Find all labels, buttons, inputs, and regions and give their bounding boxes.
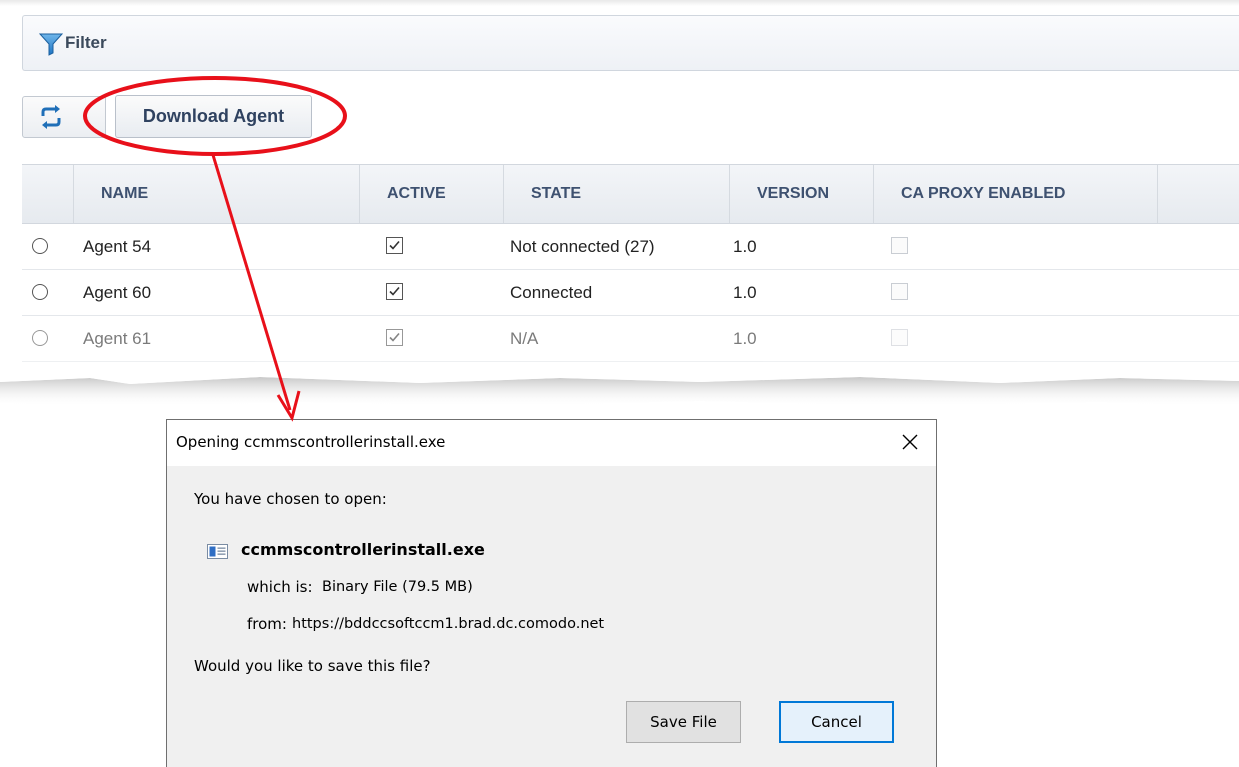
dialog-intro: You have chosen to open: <box>194 490 387 508</box>
column-header-active[interactable]: ACTIVE <box>360 165 504 223</box>
open-file-dialog: Opening ccmmscontrollerinstall.exe You h… <box>166 419 937 767</box>
dialog-titlebar: Opening ccmmscontrollerinstall.exe <box>167 420 936 466</box>
arrow-head <box>276 390 301 422</box>
column-header-version[interactable]: VERSION <box>730 165 874 223</box>
table-header: NAME ACTIVE STATE VERSION CA PROXY ENABL… <box>22 164 1239 224</box>
agent-name: Agent 54 <box>83 237 152 256</box>
active-checkbox[interactable] <box>386 329 403 346</box>
column-header-ca-proxy-enabled[interactable]: CA PROXY ENABLED <box>874 165 1158 223</box>
agent-state: Connected <box>510 283 593 302</box>
checkbox-check-icon <box>389 240 400 250</box>
dialog-title: Opening ccmmscontrollerinstall.exe <box>176 433 446 451</box>
active-checkbox[interactable] <box>386 237 403 254</box>
filter-bar[interactable]: Filter <box>22 15 1239 71</box>
checkbox-check-icon <box>389 286 400 296</box>
from-label: from: <box>247 615 287 633</box>
table-row[interactable]: Agent 61 N/A 1.0 <box>22 316 1239 362</box>
agent-name: Agent 60 <box>83 283 152 302</box>
cancel-button[interactable]: Cancel <box>779 701 894 743</box>
refresh-icon <box>41 105 61 129</box>
agent-state: N/A <box>510 329 539 348</box>
row-select-radio[interactable] <box>32 284 48 300</box>
dialog-question: Would you like to save this file? <box>194 657 431 675</box>
table-row[interactable]: Agent 54 Not connected (27) 1.0 <box>22 224 1239 270</box>
agent-state: Not connected (27) <box>510 237 655 256</box>
column-header-state[interactable]: STATE <box>504 165 730 223</box>
from-value: https://bddccsoftccm1.brad.dc.comodo.net <box>292 616 605 632</box>
which-is-label: which is: <box>247 578 313 596</box>
refresh-button[interactable] <box>22 96 106 138</box>
ca-proxy-checkbox[interactable] <box>891 237 908 254</box>
checkbox-check-icon <box>389 332 400 342</box>
agent-version: 1.0 <box>733 237 757 256</box>
dialog-file-name: ccmmscontrollerinstall.exe <box>241 540 485 559</box>
download-agent-button[interactable]: Download Agent <box>115 95 312 138</box>
close-icon[interactable] <box>900 432 920 452</box>
which-is-value: Binary File (79.5 MB) <box>322 579 473 595</box>
ca-proxy-checkbox[interactable] <box>891 329 908 346</box>
table-row[interactable]: Agent 60 Connected 1.0 <box>22 270 1239 316</box>
top-strip <box>0 0 1239 6</box>
agent-version: 1.0 <box>733 329 757 348</box>
filter-label: Filter <box>65 33 107 52</box>
agents-table: NAME ACTIVE STATE VERSION CA PROXY ENABL… <box>22 164 1239 384</box>
column-header-name[interactable]: NAME <box>74 165 360 223</box>
header-select-column <box>22 165 74 223</box>
save-file-button[interactable]: Save File <box>626 701 741 743</box>
row-select-radio[interactable] <box>32 238 48 254</box>
row-select-radio[interactable] <box>32 330 48 346</box>
ca-proxy-checkbox[interactable] <box>891 283 908 300</box>
active-checkbox[interactable] <box>386 283 403 300</box>
agent-name: Agent 61 <box>83 329 152 348</box>
file-icon <box>207 544 228 559</box>
agent-version: 1.0 <box>733 283 757 302</box>
filter-icon <box>39 33 63 56</box>
